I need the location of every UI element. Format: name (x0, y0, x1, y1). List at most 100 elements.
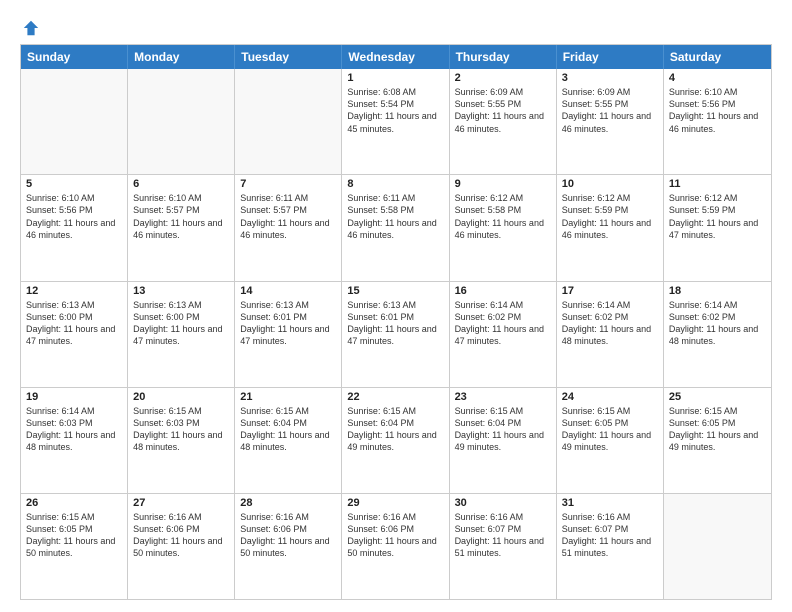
day-cell-12: 12Sunrise: 6:13 AMSunset: 6:00 PMDayligh… (21, 282, 128, 387)
day-cell-2: 2 Sunrise: 6:09 AMSunset: 5:55 PMDaylight… (450, 69, 557, 174)
day-number: 24 (562, 391, 658, 403)
day-info: Sunrise: 6:08 AMSunset: 5:54 PMDaylight:… (347, 86, 443, 135)
day-number: 11 (669, 178, 766, 190)
day-info: Sunrise: 6:16 AMSunset: 6:07 PMDaylight:… (455, 511, 551, 560)
day-cell-5: 5Sunrise: 6:10 AMSunset: 5:56 PMDaylight… (21, 175, 128, 280)
day-number: 27 (133, 497, 229, 509)
day-info: Sunrise: 6:12 AMSunset: 5:59 PMDaylight:… (669, 192, 766, 241)
day-cell-25: 25 Sunrise: 6:15 AMSunset: 6:05 PMDayligh… (664, 388, 771, 493)
day-info: Sunrise: 6:15 AMSunset: 6:03 PMDaylight:… (133, 405, 229, 454)
day-cell-18: 18 Sunrise: 6:14 AMSunset: 6:02 PMDayligh… (664, 282, 771, 387)
day-cell-22: 22 Sunrise: 6:15 AMSunset: 6:04 PMDayligh… (342, 388, 449, 493)
day-cell-16: 16 Sunrise: 6:14 AMSunset: 6:02 PMDayligh… (450, 282, 557, 387)
day-cell-1: 1 Sunrise: 6:08 AMSunset: 5:54 PMDaylight… (342, 69, 449, 174)
day-cell-20: 20 Sunrise: 6:15 AMSunset: 6:03 PMDayligh… (128, 388, 235, 493)
day-number: 6 (133, 178, 229, 190)
day-number: 31 (562, 497, 658, 509)
day-number: 12 (26, 285, 122, 297)
day-number: 15 (347, 285, 443, 297)
day-cell-14: 14Sunrise: 6:13 AMSunset: 6:01 PMDayligh… (235, 282, 342, 387)
day-cell-10: 10Sunrise: 6:12 AMSunset: 5:59 PMDayligh… (557, 175, 664, 280)
day-info: Sunrise: 6:12 AMSunset: 5:58 PMDaylight:… (455, 192, 551, 241)
day-info: Sunrise: 6:10 AMSunset: 5:57 PMDaylight:… (133, 192, 229, 241)
day-cell-23: 23 Sunrise: 6:15 AMSunset: 6:04 PMDayligh… (450, 388, 557, 493)
day-cell-28: 28 Sunrise: 6:16 AMSunset: 6:06 PMDayligh… (235, 494, 342, 599)
day-cell-3: 3Sunrise: 6:09 AMSunset: 5:55 PMDaylight… (557, 69, 664, 174)
day-info: Sunrise: 6:11 AMSunset: 5:57 PMDaylight:… (240, 192, 336, 241)
day-info: Sunrise: 6:16 AMSunset: 6:06 PMDaylight:… (347, 511, 443, 560)
day-info: Sunrise: 6:13 AMSunset: 6:01 PMDaylight:… (347, 299, 443, 348)
day-header-sunday: Sunday (21, 45, 128, 69)
day-cell-11: 11 Sunrise: 6:12 AMSunset: 5:59 PMDayligh… (664, 175, 771, 280)
day-cell-26: 26 Sunrise: 6:15 AMSunset: 6:05 PMDayligh… (21, 494, 128, 599)
empty-cell (664, 494, 771, 599)
day-cell-17: 17Sunrise: 6:14 AMSunset: 6:02 PMDayligh… (557, 282, 664, 387)
empty-cell (235, 69, 342, 174)
day-cell-13: 13 Sunrise: 6:13 AMSunset: 6:00 PMDayligh… (128, 282, 235, 387)
day-cell-24: 24 Sunrise: 6:15 AMSunset: 6:05 PMDayligh… (557, 388, 664, 493)
day-number: 13 (133, 285, 229, 297)
day-info: Sunrise: 6:16 AMSunset: 6:06 PMDaylight:… (240, 511, 336, 560)
day-number: 19 (26, 391, 122, 403)
calendar-row-0: 1 Sunrise: 6:08 AMSunset: 5:54 PMDaylight… (21, 69, 771, 174)
day-number: 4 (669, 72, 766, 84)
day-number: 16 (455, 285, 551, 297)
day-number: 30 (455, 497, 551, 509)
day-cell-9: 9 Sunrise: 6:12 AMSunset: 5:58 PMDaylight… (450, 175, 557, 280)
empty-cell (21, 69, 128, 174)
day-info: Sunrise: 6:14 AMSunset: 6:02 PMDaylight:… (669, 299, 766, 348)
day-info: Sunrise: 6:14 AMSunset: 6:03 PMDaylight:… (26, 405, 122, 454)
day-info: Sunrise: 6:09 AMSunset: 5:55 PMDaylight:… (562, 86, 658, 135)
logo-icon (22, 19, 40, 37)
day-number: 14 (240, 285, 336, 297)
day-header-wednesday: Wednesday (342, 45, 449, 69)
calendar-row-4: 26 Sunrise: 6:15 AMSunset: 6:05 PMDayligh… (21, 493, 771, 599)
day-info: Sunrise: 6:13 AMSunset: 6:00 PMDaylight:… (133, 299, 229, 348)
day-info: Sunrise: 6:09 AMSunset: 5:55 PMDaylight:… (455, 86, 551, 135)
day-header-friday: Friday (557, 45, 664, 69)
day-number: 21 (240, 391, 336, 403)
day-info: Sunrise: 6:15 AMSunset: 6:05 PMDaylight:… (26, 511, 122, 560)
day-number: 17 (562, 285, 658, 297)
calendar-row-1: 5Sunrise: 6:10 AMSunset: 5:56 PMDaylight… (21, 174, 771, 280)
day-number: 10 (562, 178, 658, 190)
day-cell-19: 19 Sunrise: 6:14 AMSunset: 6:03 PMDayligh… (21, 388, 128, 493)
day-cell-21: 21Sunrise: 6:15 AMSunset: 6:04 PMDayligh… (235, 388, 342, 493)
day-info: Sunrise: 6:16 AMSunset: 6:07 PMDaylight:… (562, 511, 658, 560)
day-number: 20 (133, 391, 229, 403)
calendar-body: 1 Sunrise: 6:08 AMSunset: 5:54 PMDaylight… (21, 69, 771, 599)
day-header-tuesday: Tuesday (235, 45, 342, 69)
day-cell-30: 30 Sunrise: 6:16 AMSunset: 6:07 PMDayligh… (450, 494, 557, 599)
day-info: Sunrise: 6:15 AMSunset: 6:05 PMDaylight:… (669, 405, 766, 454)
calendar-row-3: 19 Sunrise: 6:14 AMSunset: 6:03 PMDayligh… (21, 387, 771, 493)
day-cell-15: 15 Sunrise: 6:13 AMSunset: 6:01 PMDayligh… (342, 282, 449, 387)
day-number: 28 (240, 497, 336, 509)
day-header-thursday: Thursday (450, 45, 557, 69)
day-cell-29: 29Sunrise: 6:16 AMSunset: 6:06 PMDayligh… (342, 494, 449, 599)
day-number: 2 (455, 72, 551, 84)
day-info: Sunrise: 6:15 AMSunset: 6:04 PMDaylight:… (347, 405, 443, 454)
day-number: 1 (347, 72, 443, 84)
calendar-header: SundayMondayTuesdayWednesdayThursdayFrid… (21, 45, 771, 69)
day-number: 26 (26, 497, 122, 509)
day-info: Sunrise: 6:15 AMSunset: 6:05 PMDaylight:… (562, 405, 658, 454)
day-info: Sunrise: 6:15 AMSunset: 6:04 PMDaylight:… (455, 405, 551, 454)
day-number: 5 (26, 178, 122, 190)
day-number: 9 (455, 178, 551, 190)
header (20, 18, 772, 34)
day-info: Sunrise: 6:16 AMSunset: 6:06 PMDaylight:… (133, 511, 229, 560)
day-cell-7: 7Sunrise: 6:11 AMSunset: 5:57 PMDaylight… (235, 175, 342, 280)
day-number: 23 (455, 391, 551, 403)
calendar: SundayMondayTuesdayWednesdayThursdayFrid… (20, 44, 772, 600)
logo (20, 18, 40, 42)
day-info: Sunrise: 6:14 AMSunset: 6:02 PMDaylight:… (455, 299, 551, 348)
day-number: 25 (669, 391, 766, 403)
day-cell-8: 8Sunrise: 6:11 AMSunset: 5:58 PMDaylight… (342, 175, 449, 280)
day-number: 18 (669, 285, 766, 297)
day-number: 22 (347, 391, 443, 403)
day-number: 8 (347, 178, 443, 190)
day-cell-4: 4Sunrise: 6:10 AMSunset: 5:56 PMDaylight… (664, 69, 771, 174)
calendar-row-2: 12 Sunrise: 6:13 AMSunset: 6:00 PMDayligh… (21, 281, 771, 387)
empty-cell (128, 69, 235, 174)
day-header-saturday: Saturday (664, 45, 771, 69)
